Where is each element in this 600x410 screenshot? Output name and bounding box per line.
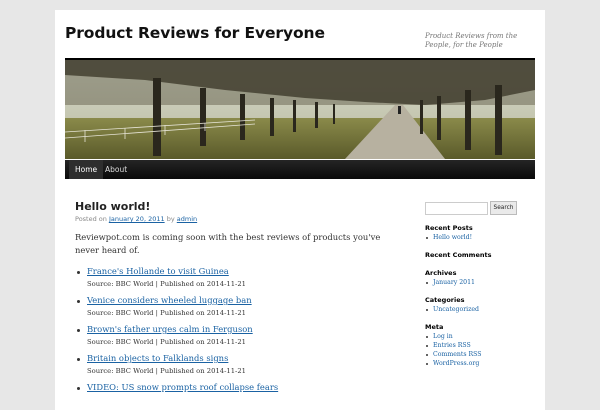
bullet-icon [426, 282, 428, 284]
archives-title: Archives [425, 269, 457, 277]
post-intro: Reviewpot.com is coming soon with the be… [75, 232, 381, 255]
post-meta: Posted on January 20, 2011 by admin [75, 215, 197, 223]
meta-comments-rss-link[interactable]: Comments RSS [433, 351, 482, 358]
bullet-icon [426, 309, 428, 311]
meta-login-link[interactable]: Log in [433, 333, 453, 340]
meta-title: Meta [425, 323, 444, 331]
site-title[interactable]: Product Reviews for Everyone [65, 24, 325, 42]
tree-avenue-photo [65, 60, 535, 159]
nav-about[interactable]: About [99, 160, 133, 179]
news-headline-link[interactable]: Britain objects to Falklands signs [87, 353, 228, 363]
bullet-icon [426, 354, 428, 356]
news-source: Source: BBC World | Published on 2014-11… [87, 338, 246, 346]
page-container: Product Reviews for Everyone Product Rev… [55, 10, 545, 410]
site-description: Product Reviews from the People, for the… [425, 32, 518, 49]
news-source: Source: BBC World | Published on 2014-11… [87, 367, 246, 375]
bullet-icon [426, 237, 428, 239]
by-label: by [166, 215, 175, 223]
recent-comments-title: Recent Comments [425, 251, 492, 259]
news-headline-link[interactable]: Venice considers wheeled luggage ban [87, 295, 252, 305]
search-button[interactable]: Search [490, 201, 517, 215]
bullet-icon [77, 358, 80, 361]
main-nav-bar: Home About [65, 160, 535, 179]
recent-posts-title: Recent Posts [425, 224, 473, 232]
bullet-icon [77, 387, 80, 390]
news-source: Source: BBC World | Published on 2014-11… [87, 280, 246, 288]
bullet-icon [77, 329, 80, 332]
header-image[interactable] [65, 60, 535, 159]
news-headline-link[interactable]: VIDEO: US snow prompts roof collapse fea… [87, 382, 278, 392]
author-link[interactable]: admin [177, 215, 197, 223]
post-title[interactable]: Hello world! [75, 200, 150, 213]
category-link[interactable]: Uncategorized [433, 306, 479, 313]
bullet-icon [426, 336, 428, 338]
posted-on-label: Posted on [75, 215, 107, 223]
recent-post-link[interactable]: Hello world! [433, 234, 472, 241]
archive-link[interactable]: January 2011 [433, 279, 475, 286]
search-input[interactable] [425, 202, 488, 215]
meta-wordpress-link[interactable]: WordPress.org [433, 360, 479, 367]
categories-title: Categories [425, 296, 465, 304]
news-headline-link[interactable]: France's Hollande to visit Guinea [87, 266, 229, 276]
news-source: Source: BBC World | Published on 2014-11… [87, 309, 246, 317]
bullet-icon [426, 363, 428, 365]
news-headline-link[interactable]: Brown's father urges calm in Ferguson [87, 324, 253, 334]
bullet-icon [426, 345, 428, 347]
post-date-link[interactable]: January 20, 2011 [109, 215, 165, 223]
meta-entries-rss-link[interactable]: Entries RSS [433, 342, 471, 349]
bullet-icon [77, 271, 80, 274]
bullet-icon [77, 300, 80, 303]
